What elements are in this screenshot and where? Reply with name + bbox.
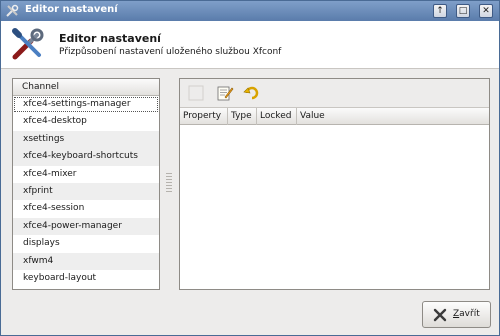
locked-column-header[interactable]: Locked xyxy=(257,108,297,125)
close-button[interactable]: Zavřít xyxy=(422,301,491,328)
property-toolbar xyxy=(180,79,489,108)
channel-column-header[interactable]: Channel xyxy=(13,79,159,96)
tools-icon xyxy=(12,28,44,60)
channel-item[interactable]: xfwm4 xyxy=(13,252,159,270)
splitter-grip[interactable] xyxy=(166,173,172,193)
value-column-header[interactable]: Value xyxy=(297,108,489,125)
pane-splitter[interactable] xyxy=(163,78,175,290)
page-title: Editor nastavení xyxy=(59,32,161,45)
channel-item[interactable]: xfce4-mixer xyxy=(13,166,159,183)
type-column-header[interactable]: Type xyxy=(228,108,257,125)
channel-item[interactable]: xfce4-power-manager xyxy=(13,217,159,236)
channel-item[interactable]: xfce4-desktop xyxy=(13,113,159,130)
window-title: Editor nastavení xyxy=(25,4,118,15)
title-bar[interactable]: Editor nastavení ↑ □ ✕ xyxy=(1,1,499,21)
channel-item[interactable]: xfce4-session xyxy=(13,200,159,217)
tools-icon[interactable] xyxy=(5,4,19,18)
new-property-icon[interactable] xyxy=(187,84,205,102)
property-table-header: Property Type Locked Value xyxy=(180,108,489,125)
property-column-header[interactable]: Property xyxy=(180,108,228,125)
channel-item[interactable]: xfprint xyxy=(13,182,159,201)
channel-item[interactable]: keyboard-layout xyxy=(13,270,159,287)
revert-property-icon[interactable] xyxy=(243,84,261,102)
maximize-button[interactable]: □ xyxy=(456,4,470,18)
close-icon xyxy=(433,308,447,322)
channel-item[interactable]: xsettings xyxy=(13,130,159,149)
channel-list[interactable]: Channel xfce4-settings-manager xfce4-des… xyxy=(12,78,160,290)
channel-item[interactable]: xfce4-keyboard-shortcuts xyxy=(13,148,159,166)
property-panel: Property Type Locked Value xyxy=(179,78,490,290)
channel-item[interactable]: displays xyxy=(13,235,159,252)
shade-button[interactable]: ↑ xyxy=(433,4,447,18)
close-label-rest: avřít xyxy=(459,309,480,319)
settings-editor-window: Editor nastavení ↑ □ ✕ Editor nastavení … xyxy=(0,0,500,336)
edit-property-icon[interactable] xyxy=(216,84,234,102)
dialog-header: Editor nastavení Přizpůsobení nastavení … xyxy=(1,21,499,69)
close-window-button[interactable]: ✕ xyxy=(479,4,493,18)
page-subtitle: Přizpůsobení nastavení uloženého službou… xyxy=(59,47,282,57)
close-button-label: Zavřít xyxy=(453,309,480,319)
channel-item[interactable]: xfce4-settings-manager xyxy=(13,96,159,114)
